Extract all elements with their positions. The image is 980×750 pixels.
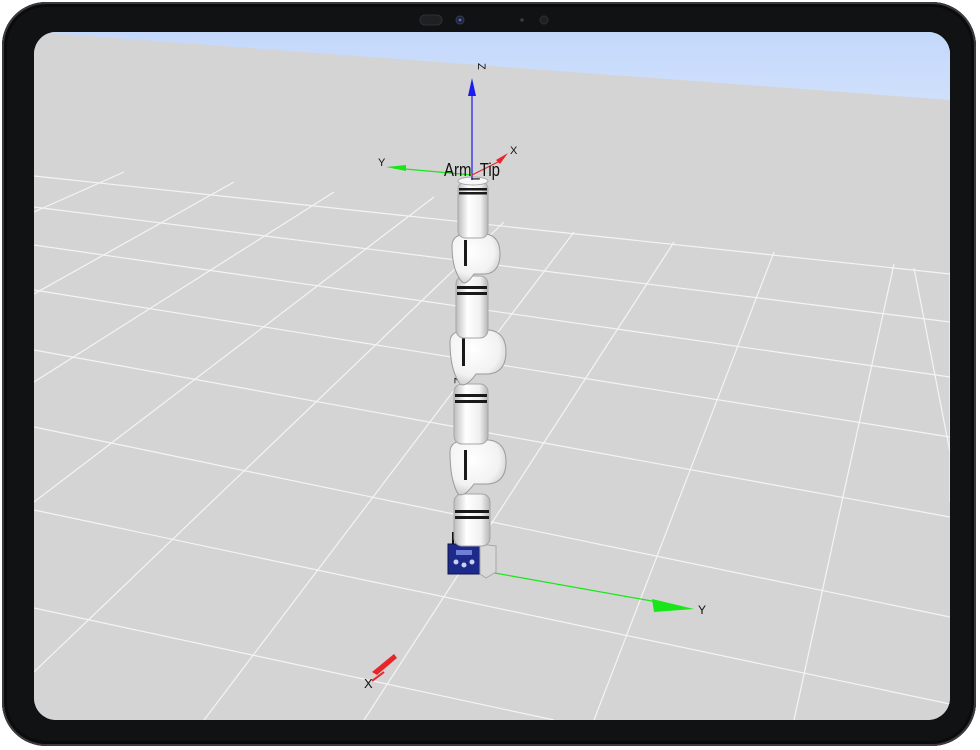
robot-scene-canvas[interactable]: Y X Z Y X Arm_Tip [34, 32, 950, 720]
camera-bar [412, 13, 562, 27]
base-x-axis-label: X [364, 676, 373, 691]
arm-tip-label: Arm_Tip [444, 160, 500, 181]
tip-x-axis-label: X [510, 145, 518, 157]
tablet-device-frame: Y X Z Y X Arm_Tip [2, 2, 976, 746]
proximity-sensor-icon [539, 15, 549, 25]
floor-plane [34, 32, 950, 720]
viewer-screen[interactable]: Y X Z Y X Arm_Tip [34, 32, 950, 720]
tip-y-axis-label: Y [378, 157, 386, 169]
tip-z-axis-label: Z [475, 63, 487, 70]
base-y-axis-label: Y [698, 603, 706, 617]
face-id-sensor-icon [419, 14, 443, 26]
ambient-sensor-icon [520, 18, 524, 22]
